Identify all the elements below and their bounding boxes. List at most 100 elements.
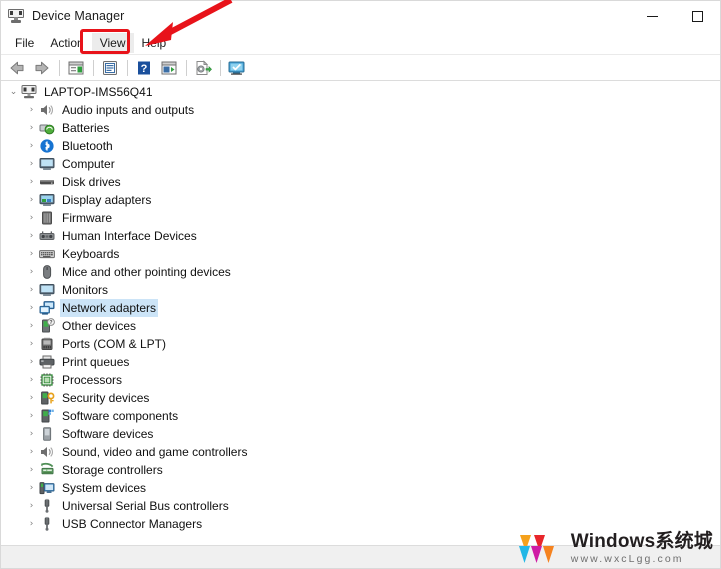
minimize-icon [647, 15, 658, 17]
tree-item-computer[interactable]: › Computer [1, 155, 720, 173]
chevron-right-icon[interactable]: › [24, 209, 39, 227]
tree-item-software-components[interactable]: › Software components [1, 407, 720, 425]
chevron-right-icon[interactable]: › [24, 191, 39, 209]
arrow-left-icon [8, 60, 26, 76]
tree-item-display-adapters[interactable]: › Display adapters [1, 191, 720, 209]
computer-node-icon [21, 84, 37, 100]
chevron-right-icon[interactable]: › [24, 101, 39, 119]
tree-item-universal-serial-bus-controllers[interactable]: › Universal Serial Bus controllers [1, 497, 720, 515]
chevron-right-icon[interactable]: › [24, 335, 39, 353]
display-adapter-icon [39, 192, 55, 208]
action-pane-icon [160, 60, 178, 76]
chevron-right-icon[interactable]: › [24, 497, 39, 515]
chevron-right-icon[interactable]: › [24, 155, 39, 173]
watermark-title: Windows系统城 [570, 530, 713, 552]
scan-hardware-changes-button[interactable] [225, 57, 249, 79]
speaker-icon [39, 102, 55, 118]
tree-root-label: LAPTOP-IMS56Q41 [44, 85, 153, 99]
menu-file[interactable]: File [7, 33, 42, 53]
chevron-right-icon[interactable]: › [24, 461, 39, 479]
chevron-right-icon[interactable]: › [24, 425, 39, 443]
tree-item-label: Sound, video and game controllers [62, 445, 248, 459]
menu-help[interactable]: Help [134, 33, 175, 53]
tree-item-audio-inputs-and-outputs[interactable]: › Audio inputs and outputs [1, 101, 720, 119]
toolbar-separator-1 [59, 59, 60, 76]
chevron-right-icon[interactable]: › [24, 227, 39, 245]
tree-item-mice-and-other-pointing-devices[interactable]: › Mice and other pointing devices [1, 263, 720, 281]
back-button[interactable] [5, 57, 29, 79]
tree-item-label: Processors [62, 373, 123, 387]
properties-button[interactable] [98, 57, 122, 79]
chevron-right-icon[interactable]: › [24, 479, 39, 497]
device-manager-icon [8, 8, 24, 24]
tree-item-software-devices[interactable]: › Software devices [1, 425, 720, 443]
chevron-right-icon[interactable]: › [24, 119, 39, 137]
tree-item-network-adapters[interactable]: › Network adapters [1, 299, 720, 317]
tree-item-bluetooth[interactable]: › Bluetooth [1, 137, 720, 155]
tree-item-other-devices[interactable]: ›? Other devices [1, 317, 720, 335]
tree-item-label: Keyboards [62, 247, 120, 261]
tree-item-keyboards[interactable]: › Keyboards [1, 245, 720, 263]
tree-item-label: Bluetooth [62, 139, 113, 153]
arrow-right-icon [33, 60, 51, 76]
device-tree[interactable]: ⌄ LAPTOP-IMS56Q41 › Audio inputs and outp… [1, 81, 720, 545]
disk-drive-icon [39, 174, 55, 190]
tree-item-ports-com-lpt[interactable]: › Ports (COM & LPT) [1, 335, 720, 353]
tree-item-firmware[interactable]: › Firmware [1, 209, 720, 227]
storage-controller-icon [39, 462, 55, 478]
chevron-right-icon[interactable]: › [24, 371, 39, 389]
tree-item-batteries[interactable]: › Batteries [1, 119, 720, 137]
watermark-url: www.wxcLgg.com [570, 552, 684, 565]
tree-item-security-devices[interactable]: › Security devices [1, 389, 720, 407]
tree-item-label: Computer [62, 157, 115, 171]
chevron-right-icon[interactable]: › [24, 443, 39, 461]
chevron-down-icon[interactable]: ⌄ [6, 83, 21, 101]
chevron-right-icon[interactable]: › [24, 299, 39, 317]
chevron-right-icon[interactable]: › [24, 407, 39, 425]
security-key-icon [39, 390, 55, 406]
tree-item-human-interface-devices[interactable]: › Human Interface Devices [1, 227, 720, 245]
usb-icon [39, 516, 55, 532]
tree-item-label: Universal Serial Bus controllers [62, 499, 229, 513]
chevron-right-icon[interactable]: › [24, 137, 39, 155]
software-device-icon [39, 426, 55, 442]
chevron-right-icon[interactable]: › [24, 389, 39, 407]
update-driver-button[interactable] [191, 57, 215, 79]
show-hide-action-pane-button[interactable] [157, 57, 181, 79]
tree-item-print-queues[interactable]: › Print queues [1, 353, 720, 371]
monitor-icon [39, 282, 55, 298]
window-controls [630, 1, 720, 31]
chevron-right-icon[interactable]: › [24, 515, 39, 533]
show-hide-console-tree-button[interactable] [64, 57, 88, 79]
forward-button[interactable] [30, 57, 54, 79]
tree-item-sound-video-and-game-controllers[interactable]: › Sound, video and game controllers [1, 443, 720, 461]
maximize-button[interactable] [675, 1, 720, 31]
minimize-button[interactable] [630, 1, 675, 31]
chevron-right-icon[interactable]: › [24, 173, 39, 191]
monitor-icon [39, 156, 55, 172]
chevron-right-icon[interactable]: › [24, 281, 39, 299]
maximize-icon [692, 10, 703, 22]
tree-item-label: Firmware [62, 211, 112, 225]
other-device-question-icon: ? [39, 318, 55, 334]
watermark: Windows系统城 www.wxcLgg.com [518, 531, 713, 565]
menu-view[interactable]: View [91, 32, 134, 53]
toolbar-separator-2 [93, 59, 94, 76]
tree-item-processors[interactable]: › Processors [1, 371, 720, 389]
tree-item-label: Storage controllers [62, 463, 163, 477]
chevron-right-icon[interactable]: › [24, 245, 39, 263]
help-button[interactable]: ? [132, 57, 156, 79]
tree-item-storage-controllers[interactable]: › Storage controllers [1, 461, 720, 479]
device-manager-window: Device Manager File Action View Help ? ⌄… [0, 0, 721, 569]
tree-item-label: Display adapters [62, 193, 152, 207]
chevron-right-icon[interactable]: › [24, 353, 39, 371]
tree-item-monitors[interactable]: › Monitors [1, 281, 720, 299]
tree-item-disk-drives[interactable]: › Disk drives [1, 173, 720, 191]
chevron-right-icon[interactable]: › [24, 263, 39, 281]
menu-action[interactable]: Action [42, 33, 91, 53]
battery-icon [39, 120, 55, 136]
chevron-right-icon[interactable]: › [24, 317, 39, 335]
svg-text:?: ? [141, 63, 148, 75]
tree-root-node[interactable]: ⌄ LAPTOP-IMS56Q41 [1, 83, 720, 101]
tree-item-system-devices[interactable]: › System devices [1, 479, 720, 497]
